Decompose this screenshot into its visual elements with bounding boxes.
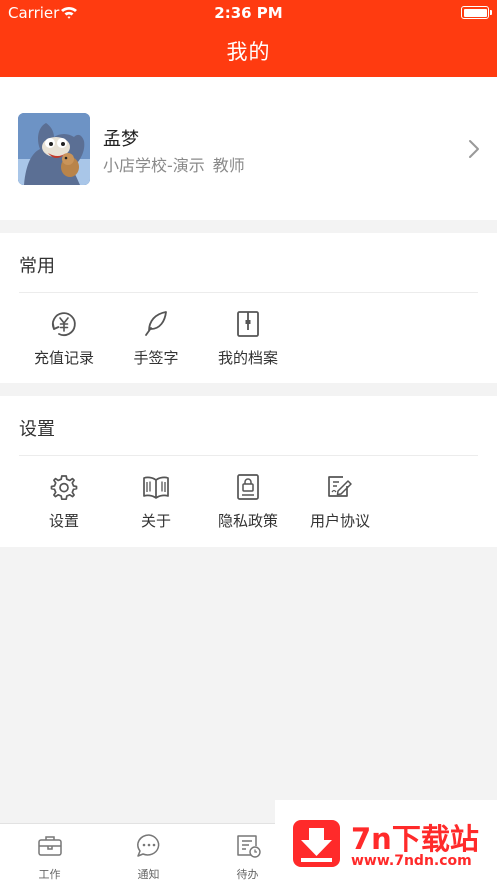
- settings-button[interactable]: 设置: [18, 456, 110, 546]
- todo-clock-icon: [237, 835, 261, 858]
- download-arrow-icon: [293, 820, 340, 867]
- user-name: 孟梦: [103, 129, 139, 150]
- archive-folder-icon: [237, 311, 259, 337]
- tab-work-label: 工作: [38, 868, 61, 881]
- feather-pen-icon: [145, 311, 167, 336]
- tab-work[interactable]: 工作: [0, 824, 99, 883]
- header-bar: Carrier 2:36 PM 我的: [0, 0, 497, 77]
- common-section-title: 常用: [19, 256, 55, 277]
- user-school: 小店学校-演示: [103, 156, 205, 175]
- common-section: 常用 充值记录 手签字 我的档案: [0, 233, 497, 383]
- user-affiliation: 小店学校-演示 教师: [103, 152, 245, 176]
- gear-icon: [50, 475, 78, 501]
- settings-section-title: 设置: [19, 419, 55, 440]
- profile-card[interactable]: 孟梦 小店学校-演示 教师: [0, 77, 497, 220]
- open-book-icon: [143, 476, 169, 499]
- chevron-right-icon: [469, 140, 479, 158]
- settings-section: 设置 设置 关于 隐私政策 用户协议: [0, 396, 497, 547]
- user-agreement-label: 用户协议: [309, 512, 370, 530]
- my-archive-button[interactable]: 我的档案: [202, 293, 294, 383]
- signed-document-icon: [328, 476, 352, 497]
- about-button[interactable]: 关于: [110, 456, 202, 546]
- recharge-records-button[interactable]: 充值记录: [18, 293, 110, 383]
- my-archive-label: 我的档案: [217, 349, 278, 367]
- privacy-policy-button[interactable]: 隐私政策: [202, 456, 294, 546]
- tab-notice-label: 通知: [137, 868, 160, 881]
- user-role: 教师: [212, 156, 245, 175]
- site-watermark: 7n下载站 www.7ndn.com: [275, 800, 497, 883]
- page-title: 我的: [226, 40, 271, 64]
- yen-circle-icon: [51, 312, 76, 337]
- avatar: [18, 113, 90, 185]
- signature-label: 手签字: [133, 349, 179, 367]
- watermark-title: 7n下载站: [351, 822, 479, 856]
- user-agreement-button[interactable]: 用户协议: [294, 456, 386, 546]
- about-label: 关于: [140, 512, 171, 530]
- status-bar: Carrier 2:36 PM: [0, 0, 497, 26]
- status-time: 2:36 PM: [214, 4, 283, 22]
- settings-label: 设置: [48, 512, 79, 530]
- briefcase-icon: [38, 836, 62, 856]
- signature-button[interactable]: 手签字: [110, 293, 202, 383]
- watermark-url: www.7ndn.com: [351, 853, 472, 869]
- recharge-records-label: 充值记录: [33, 349, 94, 367]
- tab-notice[interactable]: 通知: [99, 824, 198, 883]
- cartoon-cat-avatar-image: [18, 113, 90, 185]
- chat-bubble-icon: [137, 834, 160, 857]
- battery-icon: [461, 6, 492, 19]
- privacy-policy-label: 隐私政策: [217, 512, 278, 530]
- lock-document-icon: [237, 474, 259, 500]
